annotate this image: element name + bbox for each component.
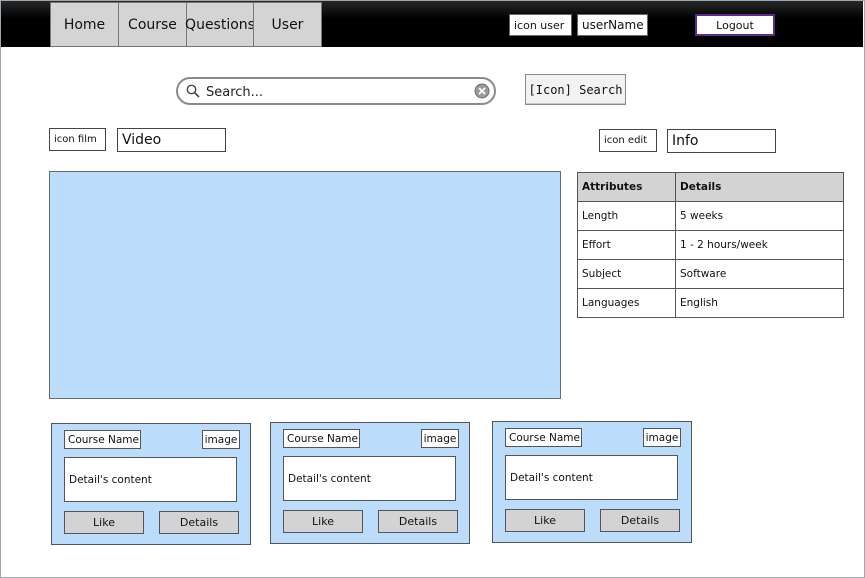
table-cell: Length: [577, 201, 676, 231]
table-cell: Effort: [577, 230, 676, 260]
info-title: Info: [667, 129, 776, 153]
course-name: Course Name: [283, 429, 360, 448]
username-label: userName: [577, 14, 648, 36]
table-row: Length 5 weeks: [577, 201, 844, 231]
search-button[interactable]: [Icon] Search: [525, 74, 626, 105]
video-player[interactable]: [49, 171, 561, 399]
video-title: Video: [117, 128, 226, 152]
course-name: Course Name: [505, 428, 582, 447]
table-row: Languages English: [577, 288, 844, 318]
details-button[interactable]: Details: [378, 510, 458, 533]
nav-tab-user[interactable]: User: [253, 2, 322, 47]
table-cell: 5 weeks: [675, 201, 844, 231]
table-cell: 1 - 2 hours/week: [675, 230, 844, 260]
like-button[interactable]: Like: [64, 511, 144, 534]
course-detail: Detail's content: [283, 456, 456, 501]
search-input[interactable]: [204, 82, 468, 102]
course-detail: Detail's content: [64, 457, 237, 502]
nav-tab-course[interactable]: Course: [118, 2, 187, 47]
film-icon: icon film: [49, 128, 106, 151]
column-header-attributes: Attributes: [577, 172, 676, 202]
course-image: image: [202, 430, 240, 449]
table-header-row: Attributes Details: [577, 172, 844, 202]
like-button[interactable]: Like: [505, 509, 585, 532]
user-icon: icon user: [509, 14, 572, 36]
course-card: Course Name image Detail's content Like …: [51, 423, 251, 545]
logout-button[interactable]: Logout: [695, 14, 775, 36]
edit-icon[interactable]: icon edit: [599, 129, 657, 152]
nav-tab-home[interactable]: Home: [50, 2, 119, 47]
details-button[interactable]: Details: [159, 511, 239, 534]
like-button[interactable]: Like: [283, 510, 363, 533]
clear-icon[interactable]: [474, 83, 490, 99]
table-cell: Languages: [577, 288, 676, 318]
course-detail: Detail's content: [505, 455, 678, 500]
table-row: Subject Software: [577, 259, 844, 289]
course-image: image: [643, 428, 681, 447]
table-cell: Software: [675, 259, 844, 289]
search-field[interactable]: [176, 77, 496, 105]
course-image: image: [421, 429, 459, 448]
table-cell: English: [675, 288, 844, 318]
table-cell: Subject: [577, 259, 676, 289]
course-name: Course Name: [64, 430, 141, 449]
course-card: Course Name image Detail's content Like …: [492, 421, 692, 543]
course-card: Course Name image Detail's content Like …: [270, 422, 470, 544]
nav-tab-questions[interactable]: Questions: [185, 2, 255, 47]
details-button[interactable]: Details: [600, 509, 680, 532]
column-header-details: Details: [675, 172, 844, 202]
info-table: Attributes Details Length 5 weeks Effort…: [577, 172, 844, 318]
table-row: Effort 1 - 2 hours/week: [577, 230, 844, 260]
search-icon: [186, 84, 200, 98]
top-nav-bar: Home Course Questions User icon user use…: [1, 1, 863, 47]
